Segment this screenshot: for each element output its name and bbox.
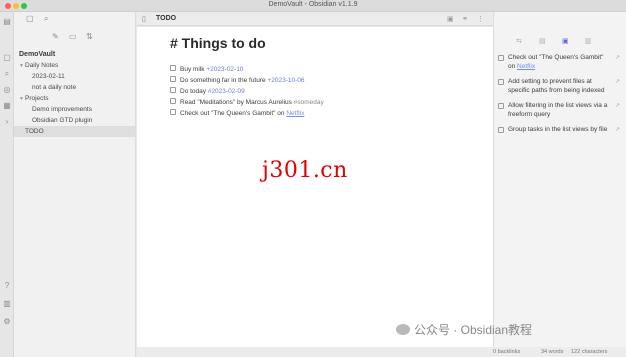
title-bar: DemoVault - Obsidian v1.1.9 [0, 0, 626, 12]
wechat-logo-icon [396, 324, 410, 336]
tab-todo[interactable]: TODO [156, 15, 176, 22]
tree-item-label: not a daily note [32, 84, 77, 91]
files-icon[interactable]: ▢ [3, 54, 11, 62]
task-date[interactable]: +2023-10-06 [267, 77, 304, 84]
task-checkbox[interactable] [498, 103, 504, 109]
sort-icon[interactable]: ⇅ [86, 32, 93, 41]
tags-icon[interactable]: ▥ [585, 37, 592, 45]
settings-gear-icon[interactable]: ⚙ [3, 318, 11, 326]
open-link-icon[interactable]: ↗ [615, 54, 620, 63]
tree-item-obsidian-gtd-plugin[interactable]: Obsidian GTD plugin [14, 115, 135, 126]
tree-item-not-a-daily-note[interactable]: not a daily note [14, 82, 135, 93]
search-icon[interactable]: ⌕ [3, 70, 11, 78]
reading-view-icon[interactable]: ▣ [447, 15, 454, 23]
tree-item-label: TODO [25, 128, 44, 135]
panel-task-text: Group tasks in the list views by file [508, 126, 608, 133]
task-checkbox[interactable] [498, 55, 504, 61]
document-icon: ▯ [142, 16, 146, 23]
tree-item-label: Obsidian GTD plugin [32, 117, 93, 124]
task-text: Buy milk [180, 66, 207, 73]
editor-pane[interactable]: # Things to do Buy milk +2023-02-10 Do s… [137, 27, 493, 347]
open-link-icon[interactable]: ↗ [615, 78, 620, 87]
task-item: Check out "The Queen's Gambit" on Netfli… [170, 108, 324, 119]
ribbon: ▤ ▢ ⌕ ◎ ▦ › ? ▥ ⚙ [0, 12, 14, 357]
backlinks-count[interactable]: 0 backlinks [493, 349, 520, 355]
tree-item-daily-notes[interactable]: ▼Daily Notes [14, 60, 135, 71]
vault-name[interactable]: DemoVault [14, 49, 135, 60]
window-title: DemoVault - Obsidian v1.1.9 [268, 1, 358, 8]
status-bar: 0 backlinks 34 words 122 characters [137, 347, 626, 357]
task-checkbox[interactable] [170, 98, 176, 105]
panel-task-text: Add setting to prevent files at specific… [508, 78, 605, 94]
search-tab-icon[interactable]: ⌕ [44, 14, 48, 24]
tree-item-label: Daily Notes [25, 62, 59, 69]
panel-task-item: Add setting to prevent files at specific… [498, 78, 620, 95]
tree-item-2023-02-11[interactable]: 2023-02-11 [14, 71, 135, 82]
calendar-icon[interactable]: ▦ [3, 102, 11, 110]
panel-task-item: Allow filtering in the list views via a … [498, 102, 620, 119]
tree-item-label: Projects [25, 95, 49, 102]
watermark: j301.cn [262, 158, 348, 183]
tree-item-label: Demo improvements [32, 106, 92, 113]
panel-task-item: Check out "The Queen's Gambit" on Netfli… [498, 54, 620, 71]
task-checkbox[interactable] [170, 109, 176, 116]
task-text: Do something far in the future [180, 77, 268, 84]
sidebar-toggle-icon[interactable]: ▤ [3, 18, 11, 26]
file-explorer-sidebar: ▢ ⌕ ✎ ▭ ⇅ DemoVault ▼Daily Notes 2023-02… [14, 12, 136, 357]
character-count: 122 characters [571, 349, 608, 355]
task-item: Buy milk +2023-02-10 [170, 64, 324, 75]
task-text: Do today [180, 88, 208, 95]
netflix-link[interactable]: Netflix [286, 110, 304, 117]
panel-task-text: Allow filtering in the list views via a … [508, 102, 608, 118]
vault-icon[interactable]: ▥ [3, 300, 11, 308]
task-checkbox[interactable] [170, 87, 176, 94]
help-icon[interactable]: ? [3, 282, 11, 290]
task-checkbox[interactable] [170, 76, 176, 83]
command-icon[interactable]: › [3, 118, 11, 126]
netflix-link[interactable]: Netflix [517, 63, 535, 70]
task-item: Do today #2023-02-09 [170, 86, 324, 97]
graph-icon[interactable]: ◎ [3, 86, 11, 94]
task-tag[interactable]: #someday [294, 99, 324, 106]
link-icon[interactable]: ⚭ [462, 15, 468, 23]
word-count: 34 words [541, 349, 564, 355]
tree-item-label: 2023-02-11 [32, 73, 65, 80]
task-date[interactable]: +2023-02-10 [206, 66, 243, 73]
open-link-icon[interactable]: ↗ [615, 126, 620, 135]
new-note-icon[interactable]: ✎ [52, 32, 59, 41]
panel-task-item: Group tasks in the list views by file ↗ [498, 126, 620, 135]
task-checkbox[interactable] [498, 127, 504, 133]
task-list: Buy milk +2023-02-10 Do something far in… [170, 64, 324, 119]
tree-item-demo-improvements[interactable]: Demo improvements [14, 104, 135, 115]
more-options-icon[interactable]: ⋮ [477, 15, 484, 23]
right-task-panel: ⇆ ▤ ▣ ▥ Check out "The Queen's Gambit" o… [493, 12, 626, 347]
new-folder-icon[interactable]: ▭ [69, 32, 77, 41]
task-item: Read "Meditations" by Marcus Aurelius #s… [170, 97, 324, 108]
task-checkbox[interactable] [498, 79, 504, 85]
task-text: Read "Meditations" by Marcus Aurelius [180, 99, 294, 106]
task-list-icon[interactable]: ▣ [562, 37, 569, 45]
task-checkbox[interactable] [170, 65, 176, 72]
wechat-watermark: 公众号 · Obsidian教程 [396, 321, 532, 338]
task-text: Check out "The Queen's Gambit" on [180, 110, 287, 117]
outline-icon[interactable]: ▤ [539, 37, 546, 45]
open-link-icon[interactable]: ↗ [615, 102, 620, 111]
wechat-watermark-text: 公众号 · Obsidian教程 [414, 323, 533, 337]
task-date[interactable]: #2023-02-09 [208, 88, 245, 95]
backlinks-icon[interactable]: ⇆ [516, 37, 522, 45]
tree-item-todo[interactable]: TODO [14, 126, 135, 137]
task-item: Do something far in the future +2023-10-… [170, 75, 324, 86]
note-heading: # Things to do [170, 35, 266, 51]
tree-item-projects[interactable]: ▼Projects [14, 93, 135, 104]
tab-header: ▯ TODO ▣ ⚭ ⋮ [137, 12, 493, 26]
files-tab-icon[interactable]: ▢ [26, 14, 34, 23]
